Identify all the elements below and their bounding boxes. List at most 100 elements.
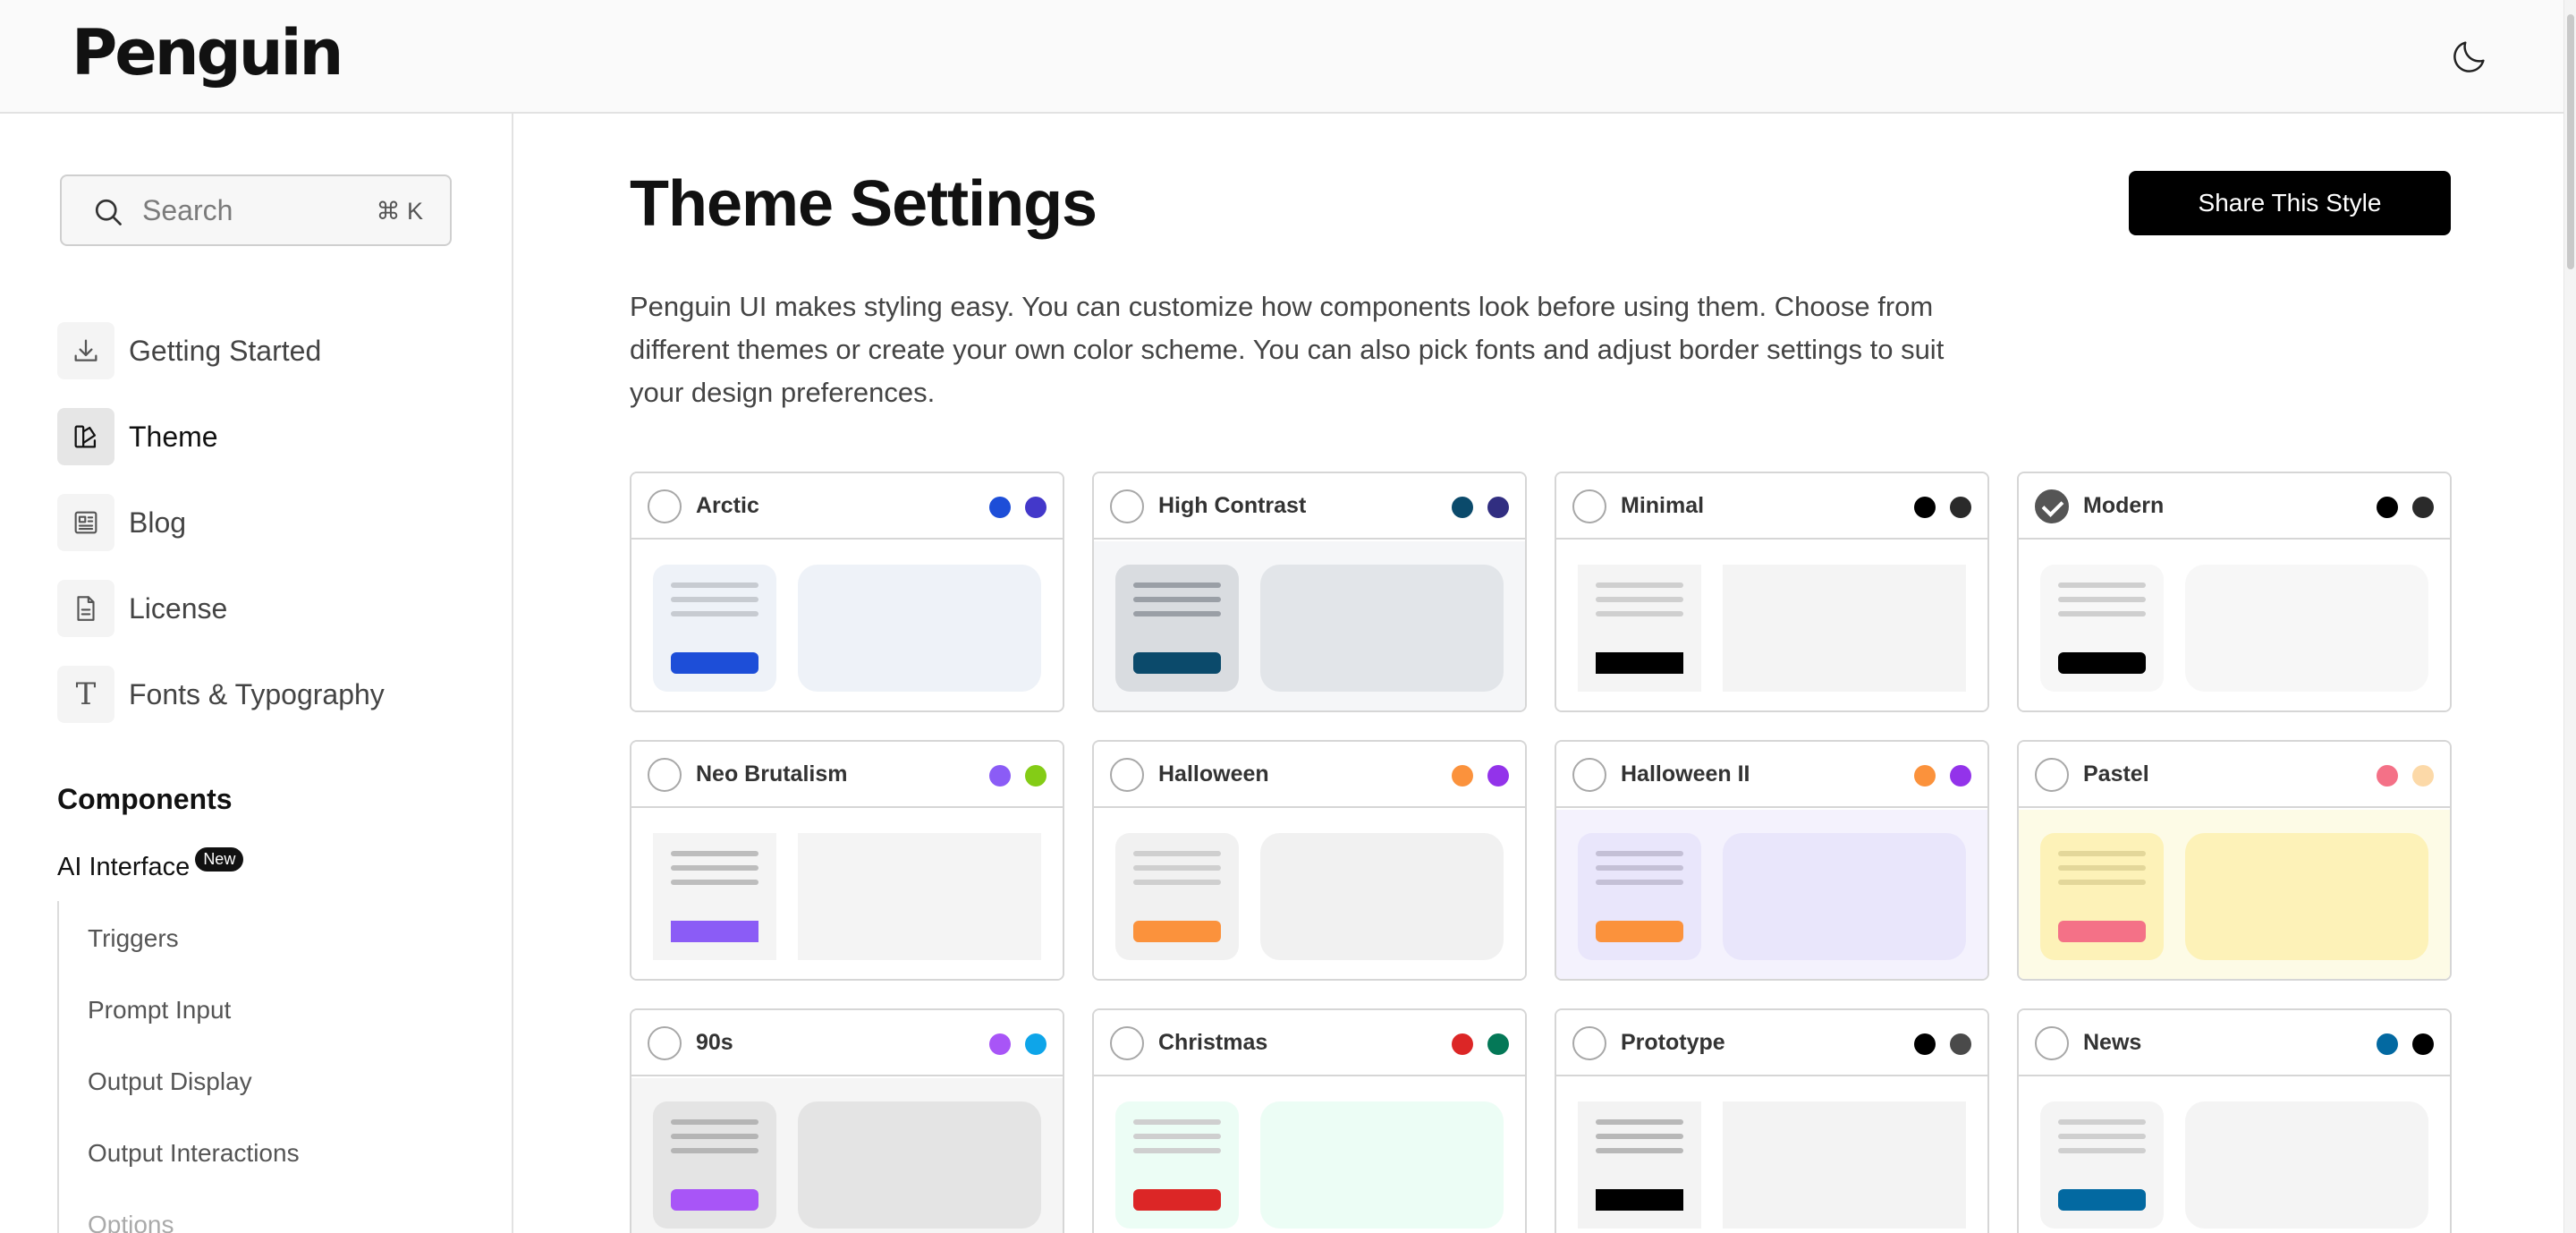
theme-card-halloween[interactable]: Halloween [1092, 740, 1527, 981]
preview-text-line [2058, 865, 2146, 871]
preview-text-line [671, 1119, 758, 1125]
preview-text-line [671, 597, 758, 602]
theme-radio[interactable] [1110, 489, 1144, 523]
penguin-logo[interactable]: Penguin [72, 21, 343, 84]
preview-panel [2185, 833, 2428, 960]
theme-radio[interactable] [2035, 758, 2069, 792]
theme-radio[interactable] [1110, 1026, 1144, 1060]
preview-mini-card [1578, 565, 1701, 692]
theme-radio[interactable] [1572, 1026, 1606, 1060]
preview-mini-card [1115, 1101, 1239, 1229]
theme-preview [1094, 810, 1525, 979]
main-content: Theme Settings Share This Style Penguin … [515, 114, 2563, 1233]
subnav-divider [57, 901, 59, 1233]
theme-radio[interactable] [648, 758, 682, 792]
theme-preview [1094, 541, 1525, 710]
sidebar-item-getting-started[interactable]: Getting Started [57, 322, 487, 379]
preview-mini-card [653, 1101, 776, 1229]
typography-icon: T [57, 666, 114, 723]
preview-mini-card [2040, 833, 2164, 960]
secondary-color-swatch [1025, 497, 1046, 518]
theme-card-prototype[interactable]: Prototype [1555, 1008, 1989, 1233]
preview-mini-card [1578, 833, 1701, 960]
page-scrollbar[interactable] [2563, 0, 2576, 1233]
theme-radio[interactable] [2035, 489, 2069, 523]
primary-color-swatch [2377, 765, 2398, 787]
ai-interface-group[interactable]: AI Interface New [57, 847, 244, 882]
preview-text-line [2058, 1134, 2146, 1139]
theme-card-news[interactable]: News [2017, 1008, 2452, 1233]
primary-color-swatch [1452, 497, 1473, 518]
primary-color-swatch [2377, 497, 2398, 518]
theme-radio[interactable] [1572, 758, 1606, 792]
theme-preview [1556, 810, 1987, 979]
preview-panel [2185, 565, 2428, 692]
preview-text-line [671, 1134, 758, 1139]
moon-icon[interactable] [2449, 36, 2490, 77]
share-style-button[interactable]: Share This Style [2129, 171, 2451, 235]
palette-icon [57, 408, 114, 465]
scrollbar-thumb[interactable] [2567, 14, 2574, 269]
theme-name: Halloween [1158, 761, 1269, 787]
preview-panel [1723, 833, 1966, 960]
theme-card-halloween-ii[interactable]: Halloween II [1555, 740, 1989, 981]
primary-color-swatch [1452, 1033, 1473, 1055]
theme-name: Halloween II [1621, 761, 1750, 787]
sidebar-subitem-prompt-input[interactable]: Prompt Input [88, 996, 231, 1025]
theme-card-arctic[interactable]: Arctic [630, 472, 1064, 712]
preview-mini-card [1115, 833, 1239, 960]
preview-mini-card [2040, 1101, 2164, 1229]
theme-card-christmas[interactable]: Christmas [1092, 1008, 1527, 1233]
theme-radio[interactable] [1572, 489, 1606, 523]
preview-text-line [2058, 597, 2146, 602]
sidebar-item-blog[interactable]: Blog [57, 494, 487, 551]
preview-text-line [671, 611, 758, 616]
preview-panel [2185, 1101, 2428, 1229]
theme-name: 90s [696, 1030, 733, 1055]
sidebar-subitem-output-display[interactable]: Output Display [88, 1067, 252, 1096]
preview-mini-card [2040, 565, 2164, 692]
theme-card-header: Prototype [1556, 1010, 1987, 1076]
sidebar-item-fonts-typography[interactable]: T Fonts & Typography [57, 666, 487, 723]
theme-card-neo-brutalism[interactable]: Neo Brutalism [630, 740, 1064, 981]
sidebar-item-theme[interactable]: Theme [57, 408, 487, 465]
theme-preview [631, 541, 1063, 710]
theme-card-pastel[interactable]: Pastel [2017, 740, 2452, 981]
download-icon [57, 322, 114, 379]
theme-card-minimal[interactable]: Minimal [1555, 472, 1989, 712]
theme-card-modern[interactable]: Modern [2017, 472, 2452, 712]
theme-preview [2019, 541, 2450, 710]
preview-text-line [2058, 880, 2146, 885]
preview-mini-card [1115, 565, 1239, 692]
theme-radio[interactable] [2035, 1026, 2069, 1060]
preview-mini-card [653, 565, 776, 692]
preview-mini-card [653, 833, 776, 960]
theme-name: High Contrast [1158, 493, 1307, 518]
search-input[interactable]: Search ⌘ K [60, 174, 452, 246]
preview-panel [1260, 1101, 1504, 1229]
preview-text-line [671, 865, 758, 871]
sidebar-subitem-output-interactions[interactable]: Output Interactions [88, 1139, 300, 1168]
preview-text-line [671, 851, 758, 856]
theme-card-90s[interactable]: 90s [630, 1008, 1064, 1233]
sidebar-subitem-triggers[interactable]: Triggers [88, 924, 179, 953]
theme-radio[interactable] [648, 1026, 682, 1060]
theme-card-high-contrast[interactable]: High Contrast [1092, 472, 1527, 712]
theme-card-header: Halloween [1094, 742, 1525, 808]
primary-color-swatch [989, 765, 1011, 787]
theme-radio[interactable] [648, 489, 682, 523]
sidebar-item-label: Fonts & Typography [129, 677, 385, 710]
sidebar-item-label: License [129, 591, 228, 625]
preview-text-line [671, 1148, 758, 1153]
theme-radio[interactable] [1110, 758, 1144, 792]
theme-card-header: Modern [2019, 473, 2450, 540]
preview-text-line [1596, 865, 1683, 871]
sidebar-subitem-options[interactable]: Options [88, 1211, 174, 1233]
preview-text-line [2058, 851, 2146, 856]
sidebar-item-license[interactable]: License [57, 580, 487, 637]
preview-text-line [1133, 880, 1221, 885]
preview-button [2058, 1189, 2146, 1211]
theme-name: Christmas [1158, 1030, 1268, 1055]
preview-button [1133, 1189, 1221, 1211]
theme-preview [1094, 1078, 1525, 1233]
